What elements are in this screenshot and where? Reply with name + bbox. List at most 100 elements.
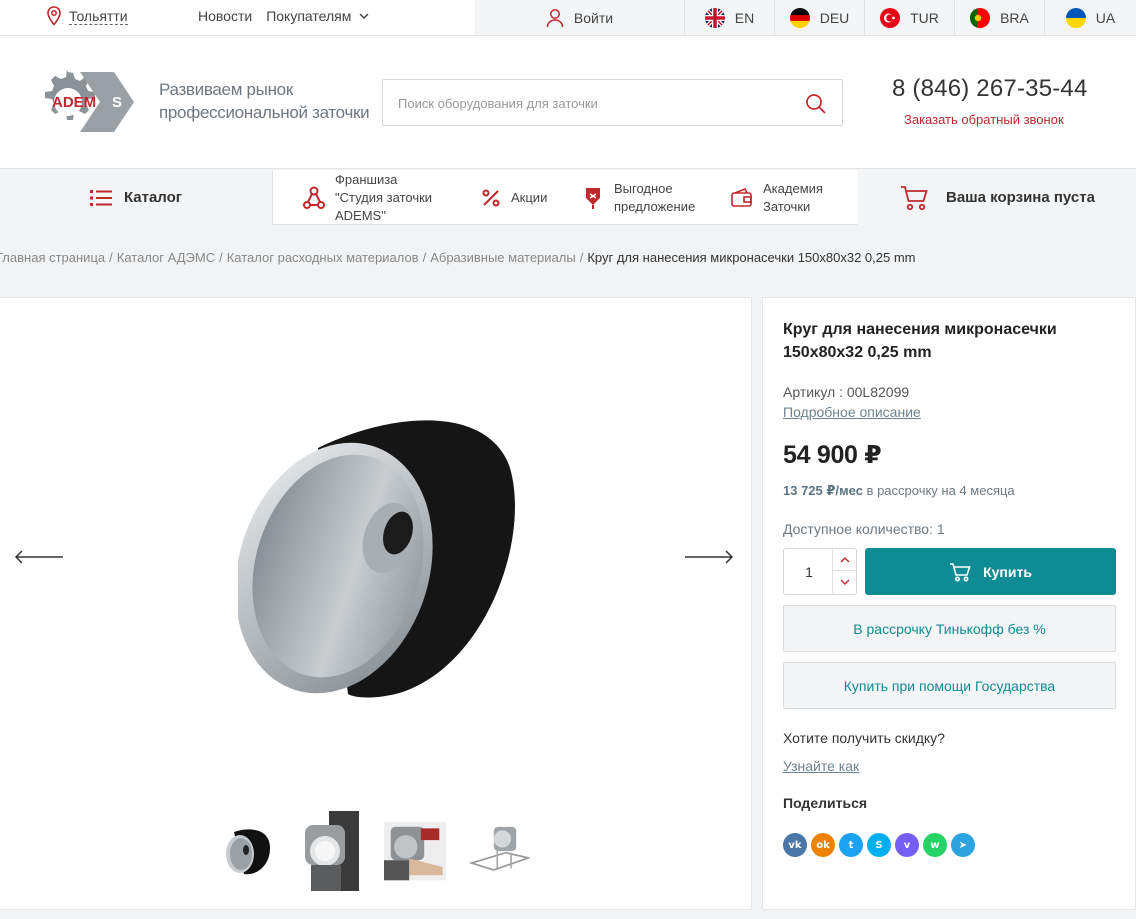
site-logo[interactable]: ADEM S [34, 68, 134, 136]
odnoklassniki-icon[interactable]: ok [811, 833, 835, 857]
franchise-line-3: ADEMS" [335, 207, 386, 223]
callback-link[interactable]: Заказать обратный звонок [904, 112, 1064, 127]
breadcrumb: Главная страница / Каталог АДЭМС / Каталог р… [0, 250, 915, 265]
breadcrumb-separator: / [109, 250, 113, 265]
breadcrumb-item[interactable]: Каталог АДЭМС [117, 250, 215, 265]
lang-tur[interactable]: TUR [865, 0, 955, 35]
viber-icon[interactable]: v [895, 833, 919, 857]
product-main-image[interactable] [238, 408, 528, 698]
lang-deu[interactable]: DEU [775, 0, 865, 35]
svg-text:S: S [112, 94, 122, 111]
lang-ua-label: UA [1095, 9, 1116, 26]
top-nav: Новости Покупателям [198, 6, 369, 26]
academy-line-2: Заточки [763, 198, 811, 214]
breadcrumb-current: Круг для нанесения микронасечки 150х80х3… [587, 250, 916, 265]
quantity-stepper [783, 548, 857, 595]
search-box [382, 79, 843, 126]
installment-text: в рассрочку на 4 месяца [862, 483, 1015, 498]
top-right-bar: Войти EN DEU TUR BRA UA [475, 0, 1136, 35]
news-link[interactable]: Новости [198, 8, 252, 24]
breadcrumb-item[interactable]: Каталог расходных материалов [227, 250, 419, 265]
arrow-right-icon[interactable] [684, 550, 734, 564]
product-price: 54 900 ₽ [783, 441, 882, 469]
breadcrumb-item[interactable]: Главная страница [0, 250, 105, 265]
germany-flag-icon [789, 7, 810, 28]
social-share-buttons: vk ok t S v w ➤ [783, 833, 975, 857]
lang-bra[interactable]: BRA [955, 0, 1045, 35]
price-tag-down-icon [586, 187, 600, 209]
thumbnail[interactable] [300, 811, 362, 891]
portugal-flag-icon [970, 7, 991, 28]
tinkoff-installment-button[interactable]: В рассрочку Тинькофф без % [783, 605, 1116, 652]
lang-en[interactable]: EN [685, 0, 775, 35]
thumbnail[interactable] [468, 811, 530, 891]
turkey-flag-icon [880, 7, 901, 28]
buy-label: Купить [983, 563, 1032, 580]
chevron-down-icon [840, 579, 849, 585]
offer-label: Выгодное предложение [614, 180, 695, 216]
svg-text:ADEM: ADEM [52, 94, 96, 111]
twitter-icon[interactable]: t [839, 833, 863, 857]
lang-en-label: EN [734, 9, 755, 26]
login-button[interactable]: Войти [475, 0, 685, 35]
thumbnail[interactable] [216, 811, 278, 891]
catalog-button[interactable]: Каталог [0, 170, 273, 225]
slogan-line-1: Развиваем рынок [159, 80, 293, 99]
arrow-left-icon[interactable] [14, 550, 64, 564]
cart-icon [901, 185, 928, 210]
search-icon[interactable] [805, 93, 827, 115]
uk-flag-icon [704, 7, 725, 28]
order-panel: Круг для нанесения микронасечки 150х80х3… [762, 297, 1136, 910]
slogan-line-2: профессиональной заточки [159, 103, 370, 122]
academy-line-1: Академия [763, 180, 823, 196]
catalog-label: Каталог [123, 189, 183, 206]
discount-question: Хотите получить скидку? [783, 730, 945, 746]
lang-ua[interactable]: UA [1045, 0, 1136, 35]
learn-how-link[interactable]: Узнайте как [783, 758, 859, 774]
offer-menu-item[interactable]: Выгодное предложение [582, 170, 695, 225]
site-header: ADEM S Развиваем рынок профессиональной … [0, 36, 1136, 169]
details-link[interactable]: Подробное описание [783, 404, 921, 420]
vk-icon[interactable]: vk [783, 833, 807, 857]
franchise-line-2: "Студия заточки [335, 189, 433, 205]
quantity-increase-button[interactable] [832, 549, 856, 571]
installment-amount: 13 725 ₽/мес [783, 483, 863, 498]
ukraine-flag-icon [1065, 7, 1086, 28]
offer-line-1: Выгодное [614, 180, 673, 196]
city-name[interactable]: Тольятти [69, 8, 128, 25]
product-gallery [0, 297, 752, 910]
location-pin-icon [47, 6, 61, 26]
user-icon [546, 8, 564, 27]
customers-menu[interactable]: Покупателям [266, 8, 369, 24]
government-purchase-button[interactable]: Купить при помощи Государства [783, 662, 1116, 709]
thumbnail[interactable] [384, 811, 446, 891]
franchise-label: Франшиза "Студия заточки ADEMS" [335, 171, 432, 225]
whatsapp-icon[interactable]: w [923, 833, 947, 857]
percent-icon [482, 189, 500, 206]
buy-button[interactable]: Купить [865, 548, 1116, 595]
breadcrumb-separator: / [422, 250, 427, 265]
slogan: Развиваем рынок профессиональной заточки [159, 78, 370, 124]
product-title: Круг для нанесения микронасечки 150х80х3… [783, 321, 1057, 361]
breadcrumb-item[interactable]: Абразивные материалы [430, 250, 576, 265]
franchise-menu-item[interactable]: Франшиза "Студия заточки ADEMS" [303, 170, 432, 225]
skype-icon[interactable]: S [867, 833, 891, 857]
promo-label: Акции [511, 189, 548, 205]
academy-menu-item[interactable]: Академия Заточки [731, 170, 823, 225]
offer-line-2: предложение [614, 198, 696, 214]
search-input[interactable] [398, 92, 788, 114]
phone-number[interactable]: 8 (846) 267-35-44 [892, 75, 1088, 103]
cart-button[interactable]: Ваша корзина пуста [858, 170, 1136, 225]
promo-menu-item[interactable]: Акции [481, 170, 547, 225]
quantity-decrease-button[interactable] [832, 571, 856, 593]
login-label: Войти [573, 9, 614, 26]
molecule-icon [303, 186, 325, 209]
installment-info: 13 725 ₽/мес в рассрочку на 4 месяца [783, 483, 1015, 499]
chevron-down-icon [359, 12, 369, 19]
city-selector[interactable]: Тольятти [46, 6, 128, 26]
main-menu: Каталог Франшиза "Студия заточки ADEMS" … [0, 170, 1136, 225]
quantity-input[interactable] [784, 549, 834, 594]
lang-tur-label: TUR [910, 9, 939, 26]
telegram-icon[interactable]: ➤ [951, 833, 975, 857]
product-sku: Артикул : 00L82099 [783, 384, 910, 400]
